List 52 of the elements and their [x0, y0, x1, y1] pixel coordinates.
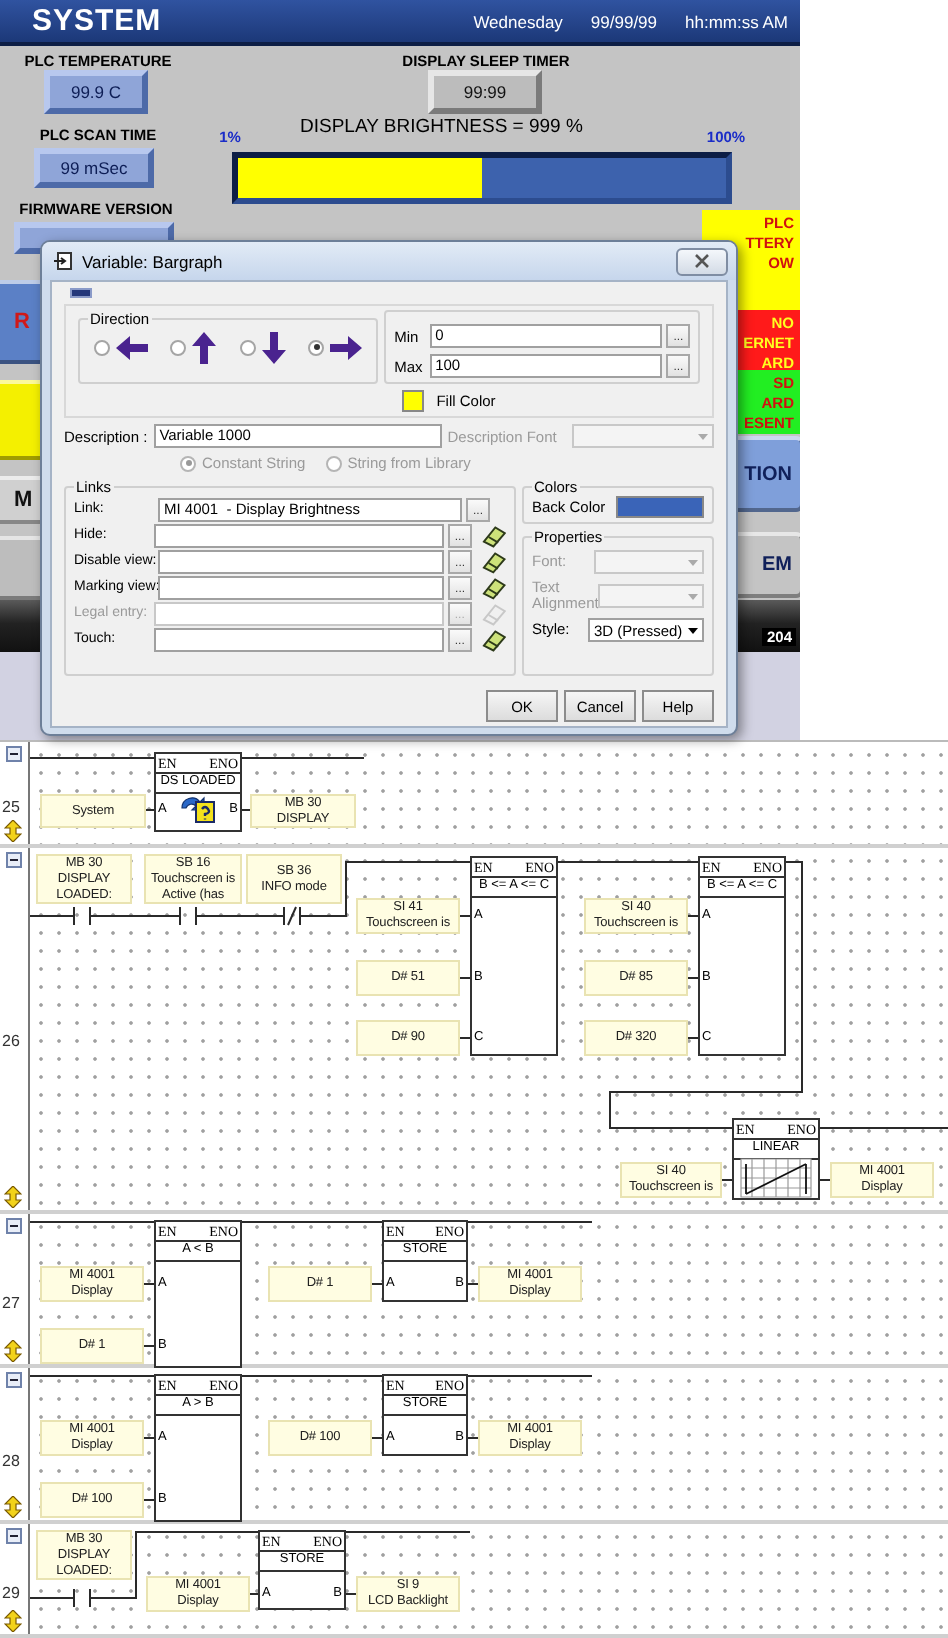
collapse-icon[interactable]: [6, 852, 22, 868]
rung-number: 28: [2, 1452, 20, 1470]
input-field[interactable]: [158, 549, 445, 573]
window-icon: [54, 252, 72, 270]
wire: [101, 915, 169, 917]
eraser-icon[interactable]: [481, 523, 506, 547]
input-field[interactable]: [154, 523, 445, 547]
radio-button[interactable]: [170, 339, 187, 355]
bargraph-icon: [70, 288, 92, 298]
close-button[interactable]: [676, 247, 728, 275]
arrow-up-icon: [192, 331, 217, 363]
resize-icon[interactable]: [4, 1610, 22, 1632]
day-text: Wednesday: [473, 11, 563, 31]
query-icon: [178, 792, 218, 824]
collapse-icon[interactable]: [6, 1528, 22, 1544]
arrow-left-icon: [116, 335, 148, 359]
collapse-icon[interactable]: [6, 1372, 22, 1388]
radio-button[interactable]: [308, 339, 325, 355]
resize-icon[interactable]: [4, 1496, 22, 1518]
radio-button[interactable]: [239, 339, 256, 355]
rung-number: 29: [2, 1584, 20, 1602]
window-title: Variable: Bargraph: [82, 251, 223, 271]
wire: [29, 1597, 63, 1599]
input-field[interactable]: [154, 627, 445, 651]
collapse-icon[interactable]: [6, 746, 22, 762]
rung-number: 26: [2, 1032, 20, 1050]
display-field: 99.9 C: [44, 70, 148, 114]
wire: [207, 915, 273, 917]
eraser-icon[interactable]: [481, 575, 506, 599]
arrow-right-icon: [330, 335, 363, 359]
resize-icon[interactable]: [4, 1340, 22, 1362]
collapse-icon[interactable]: [6, 1218, 22, 1234]
screen-title: SYSTEM: [32, 4, 162, 38]
display-field: 99 mSec: [34, 148, 154, 188]
close-icon[interactable]: [694, 254, 710, 268]
rung-number: 27: [2, 1294, 20, 1312]
rung-number: 25: [2, 798, 20, 816]
eraser-icon[interactable]: [481, 549, 506, 573]
radio-button[interactable]: [94, 339, 110, 355]
wire: [29, 915, 63, 917]
arrow-down-icon: [261, 331, 286, 363]
date-text: 99/99/99: [590, 11, 658, 31]
display-field: 99:99: [428, 70, 542, 114]
eraser-icon[interactable]: [481, 627, 506, 651]
color-swatch[interactable]: [616, 496, 704, 518]
brightness-label: DISPLAY BRIGHTNESS = 999 %: [300, 116, 585, 138]
input-field[interactable]: [158, 575, 445, 599]
resize-icon[interactable]: [4, 1186, 22, 1208]
time-text: hh:mm:ss AM: [685, 11, 788, 31]
color-swatch[interactable]: [402, 390, 425, 412]
resize-icon[interactable]: [4, 820, 22, 842]
input-field[interactable]: [154, 601, 445, 625]
